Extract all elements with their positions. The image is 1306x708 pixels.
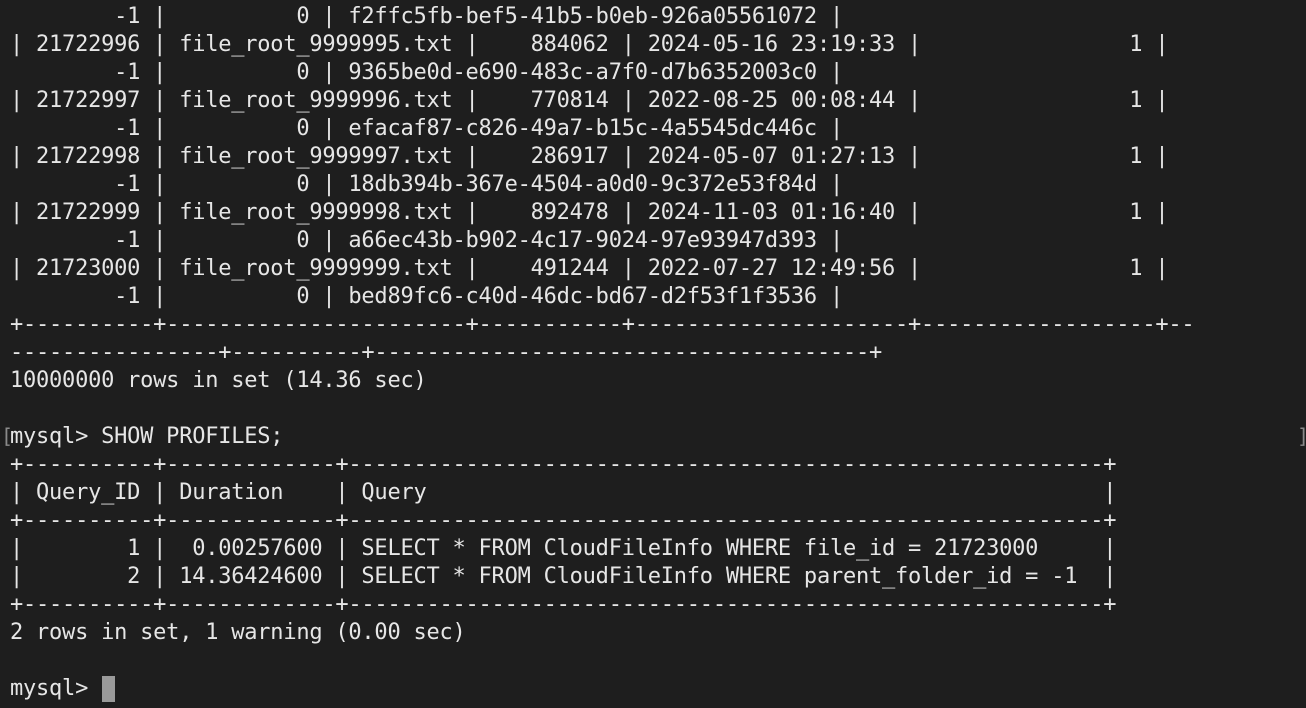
profiles-table-border-top: +----------+-------------+--------------… — [10, 452, 1117, 477]
active-prompt-line[interactable]: mysql> — [10, 675, 1306, 703]
table-border: +----------+-----------------------+----… — [10, 312, 1195, 337]
output-line: -1 | 0 | f2ffc5fb-bef5-41b5-b0eb-926a055… — [10, 4, 843, 29]
result-summary: 2 rows in set, 1 warning (0.00 sec) — [10, 620, 466, 645]
output-line: | 21722998 | file_root_9999997.txt | 286… — [10, 144, 1169, 169]
output-line: | 21722996 | file_root_9999995.txt | 884… — [10, 32, 1169, 57]
output-line: | 21723000 | file_root_9999999.txt | 491… — [10, 256, 1169, 281]
profiles-table-header: | Query_ID | Duration | Query | — [10, 480, 1117, 505]
terminal-output: -1 | 0 | f2ffc5fb-bef5-41b5-b0eb-926a055… — [10, 3, 1306, 703]
terminal-window[interactable]: [ ] -1 | 0 | f2ffc5fb-bef5-41b5-b0eb-926… — [0, 0, 1306, 708]
rows-summary: 10000000 rows in set (14.36 sec) — [10, 368, 427, 393]
output-line: | 21722999 | file_root_9999998.txt | 892… — [10, 200, 1169, 225]
output-line: -1 | 0 | a66ec43b-b902-4c17-9024-97e9394… — [10, 228, 843, 253]
output-line: -1 | 0 | 18db394b-367e-4504-a0d0-9c372e5… — [10, 172, 843, 197]
prompt: mysql> — [10, 676, 102, 701]
profiles-table-row: | 1 | 0.00257600 | SELECT * FROM CloudFi… — [10, 536, 1117, 561]
command-text: SHOW PROFILES; — [101, 424, 284, 449]
output-line: | 21722997 | file_root_9999996.txt | 770… — [10, 88, 1169, 113]
profiles-table-border-mid: +----------+-------------+--------------… — [10, 508, 1117, 533]
profiles-table-border-bottom: +----------+-------------+--------------… — [10, 592, 1117, 617]
command-line: mysql> SHOW PROFILES; — [10, 423, 1306, 451]
output-line: -1 | 0 | efacaf87-c826-49a7-b15c-4a5545d… — [10, 116, 843, 141]
output-line: -1 | 0 | bed89fc6-c40d-46dc-bd67-d2f53f1… — [10, 284, 843, 309]
prompt: mysql> — [10, 424, 102, 449]
table-border: ----------------+----------+------------… — [10, 340, 883, 365]
profiles-table-row: | 2 | 14.36424600 | SELECT * FROM CloudF… — [10, 564, 1117, 589]
text-cursor[interactable] — [102, 676, 116, 702]
output-line: -1 | 0 | 9365be0d-e690-483c-a7f0-d7b6352… — [10, 60, 843, 85]
